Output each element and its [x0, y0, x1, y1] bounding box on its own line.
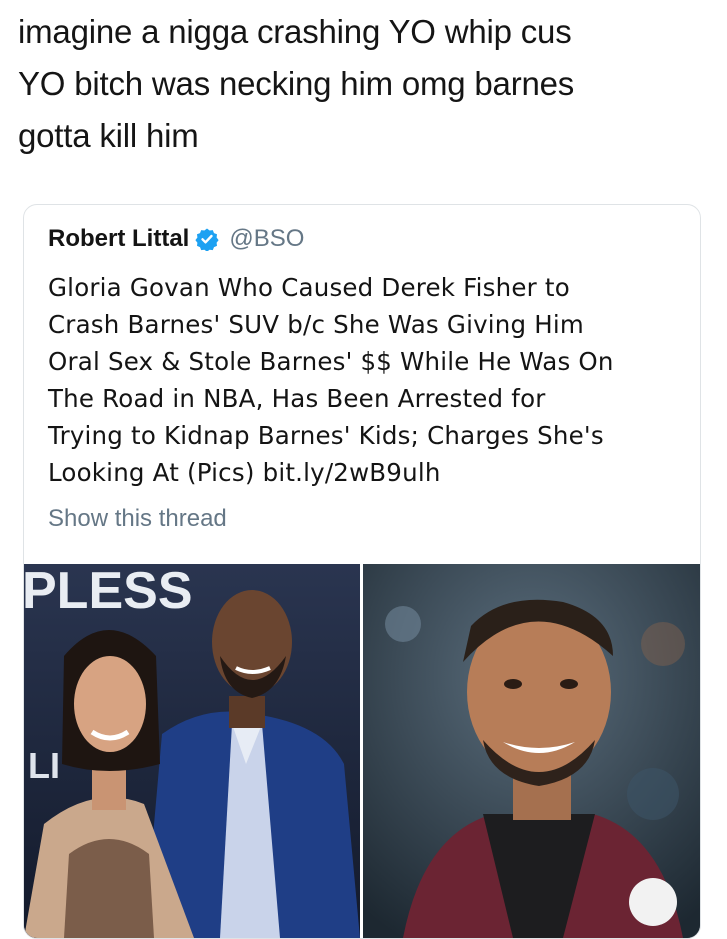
caption-line-3: gotta kill him: [18, 117, 199, 154]
photo-couple-illustration: PLESS LI: [24, 564, 360, 938]
verified-badge-icon: [195, 228, 219, 251]
show-thread-link[interactable]: Show this thread: [48, 505, 227, 533]
tweet-text-line: Crash Barnes' SUV b/c She Was Giving Him: [48, 310, 584, 339]
author-handle[interactable]: @BSO: [229, 225, 304, 253]
meme-caption: imagine a nigga crashing YO whip cus YO …: [18, 6, 708, 162]
tweet-photo-grid: PLESS LI: [24, 564, 700, 938]
backdrop-text-2: LI: [28, 745, 60, 786]
caption-line-2: YO bitch was necking him omg barnes: [18, 65, 575, 102]
author-name[interactable]: Robert Littal: [48, 225, 189, 253]
tweet-text: Gloria Govan Who Caused Derek Fisher to …: [48, 269, 683, 491]
tweet-text-line: Oral Sex & Stole Barnes' $$ While He Was…: [48, 347, 614, 376]
tweet-header: Robert Littal @BSO: [48, 225, 304, 253]
embedded-tweet-card[interactable]: Robert Littal @BSO Gloria Govan Who Caus…: [23, 204, 701, 939]
tweet-text-line: Looking At (Pics) bit.ly/2wB9ulh: [48, 458, 441, 487]
photo-couple[interactable]: PLESS LI: [24, 564, 360, 938]
tweet-text-line: Trying to Kidnap Barnes' Kids; Charges S…: [48, 421, 604, 450]
caption-line-1: imagine a nigga crashing YO whip cus: [18, 13, 572, 50]
tweet-text-line: Gloria Govan Who Caused Derek Fisher to: [48, 273, 570, 302]
photo-smiling-man[interactable]: [363, 564, 700, 938]
backdrop-text: PLESS: [24, 564, 193, 620]
tweet-text-line: The Road in NBA, Has Been Arrested for: [48, 384, 546, 413]
photo-smiling-man-illustration: [363, 564, 700, 938]
